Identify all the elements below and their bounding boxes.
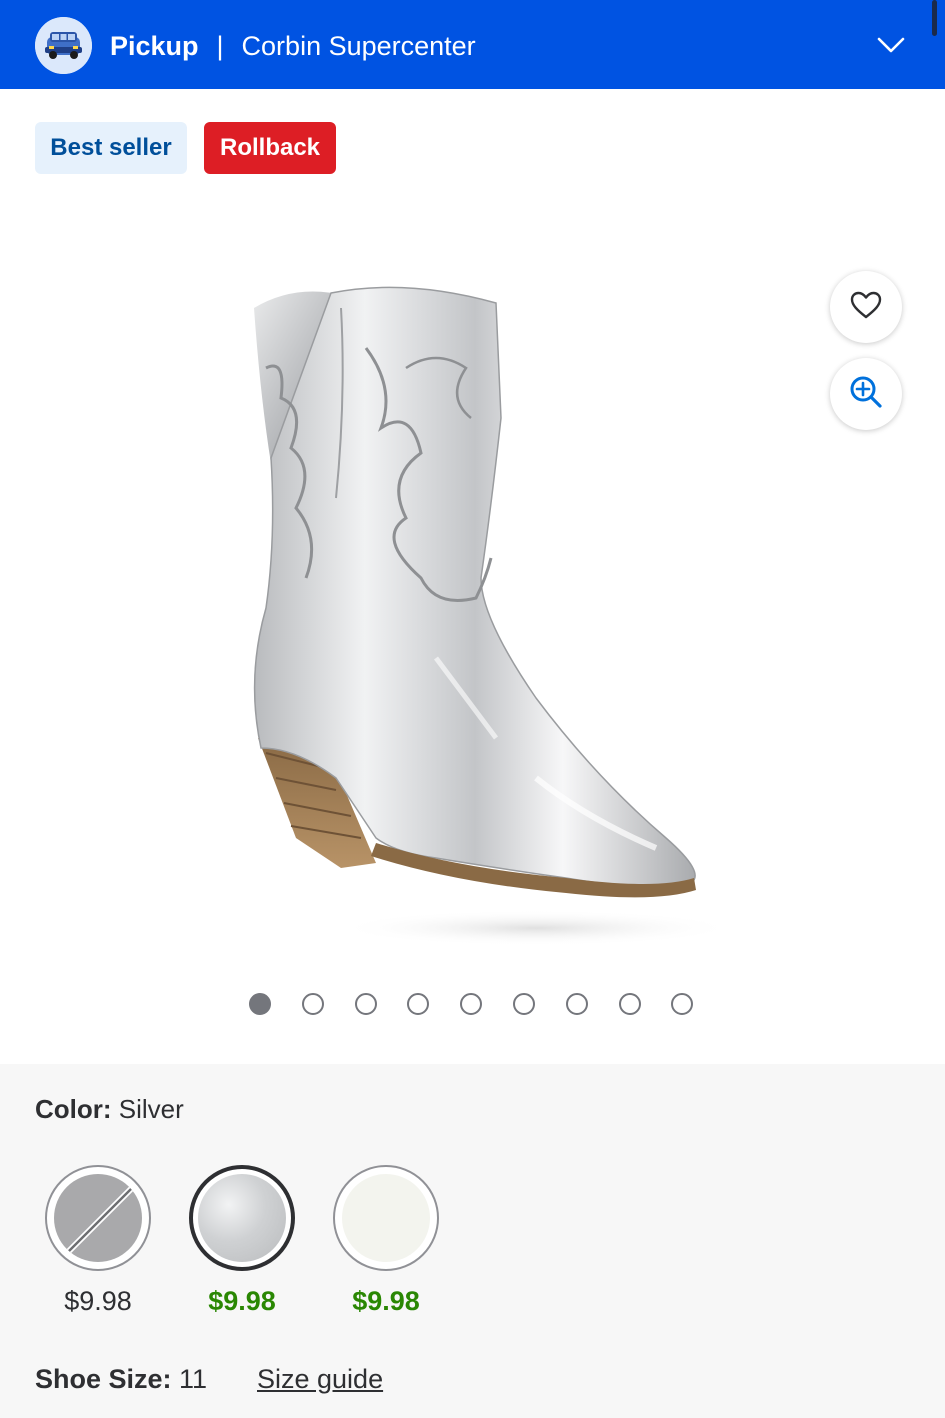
carousel-dot[interactable] bbox=[301, 993, 324, 1015]
carousel-dot[interactable] bbox=[671, 993, 694, 1015]
carousel-dot[interactable] bbox=[618, 993, 641, 1015]
heart-icon bbox=[849, 290, 883, 325]
shoe-size-selection: Shoe Size: 11 bbox=[35, 1364, 207, 1395]
swatch-price: $9.98 bbox=[352, 1286, 420, 1316]
color-label: Color: bbox=[35, 1094, 112, 1124]
best-seller-badge: Best seller bbox=[35, 122, 187, 174]
size-guide-link[interactable]: Size guide bbox=[257, 1364, 383, 1395]
header-separator: | bbox=[216, 30, 224, 61]
fulfillment-mode: Pickup bbox=[110, 30, 199, 61]
carousel-dot[interactable] bbox=[512, 993, 535, 1015]
swatch-price: $9.98 bbox=[64, 1286, 132, 1316]
pickup-car-icon bbox=[35, 17, 92, 74]
image-carousel-indicator bbox=[249, 993, 724, 1015]
carousel-dot[interactable] bbox=[460, 993, 483, 1015]
fulfillment-info[interactable]: Pickup | Corbin Supercenter bbox=[110, 28, 476, 64]
color-selection: Color: Silver bbox=[35, 1094, 184, 1125]
scrollbar-thumb[interactable] bbox=[932, 0, 937, 36]
swatch-fill bbox=[342, 1174, 430, 1262]
rollback-badge: Rollback bbox=[204, 122, 336, 174]
carousel-dot[interactable] bbox=[354, 993, 377, 1015]
zoom-button[interactable] bbox=[830, 358, 902, 430]
zoom-in-icon bbox=[848, 374, 884, 415]
store-name: Corbin Supercenter bbox=[241, 30, 476, 61]
shoe-size-value: 11 bbox=[179, 1364, 208, 1394]
carousel-dot[interactable] bbox=[407, 993, 430, 1015]
chevron-down-icon[interactable] bbox=[876, 33, 906, 57]
carousel-dot[interactable] bbox=[565, 993, 588, 1015]
swatch-fill bbox=[198, 1174, 286, 1262]
color-swatch-unavailable[interactable] bbox=[45, 1165, 151, 1271]
store-selector-bar[interactable]: Pickup | Corbin Supercenter bbox=[0, 0, 945, 89]
favorite-button[interactable] bbox=[830, 271, 902, 343]
shoe-size-label: Shoe Size: bbox=[35, 1364, 172, 1394]
carousel-dot[interactable] bbox=[249, 993, 271, 1015]
color-swatch-white[interactable] bbox=[333, 1165, 439, 1271]
swatch-price: $9.98 bbox=[208, 1286, 276, 1316]
color-value: Silver bbox=[118, 1094, 184, 1124]
product-image[interactable] bbox=[236, 278, 736, 958]
swatch-fill bbox=[54, 1174, 142, 1262]
color-swatch-silver[interactable] bbox=[189, 1165, 295, 1271]
